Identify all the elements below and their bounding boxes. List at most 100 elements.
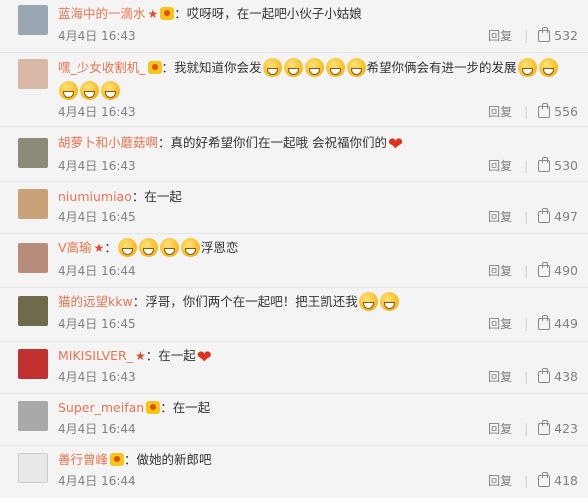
avatar[interactable]: [18, 401, 48, 431]
timestamp: 4月4日 16:44: [58, 474, 136, 488]
username[interactable]: Super_meifan: [58, 400, 144, 415]
grin-emoji-icon: [304, 58, 324, 77]
laugh-cry-emoji-icon: [358, 292, 378, 311]
avatar[interactable]: [18, 453, 48, 483]
timestamp: 4月4日 16:43: [58, 159, 136, 173]
comment-list: 蓝海中的一滴水 ★ ：哎呀呀，在一起吧小伙子小姑娘 4月4日 16:43 回复 | 53…: [0, 0, 588, 498]
avatar[interactable]: [18, 59, 48, 89]
grin-emoji-icon: [101, 81, 120, 100]
like-button[interactable]: 449: [538, 315, 578, 331]
timestamp: 4月4日 16:45: [58, 317, 136, 331]
like-button[interactable]: 532: [538, 27, 578, 43]
divider: |: [524, 474, 529, 488]
divider: |: [524, 370, 529, 384]
thumbs-up-icon: [538, 262, 551, 277]
timestamp: 4月4日 16:43: [58, 29, 136, 43]
avatar[interactable]: [18, 189, 48, 219]
timestamp: 4月4日 16:45: [58, 210, 136, 224]
divider: |: [524, 210, 529, 224]
comment-text: ：哎呀呀，在一起吧小伙子小姑娘: [174, 6, 362, 21]
star-icon: ★: [147, 7, 159, 21]
like-count: 418: [554, 473, 578, 488]
grin-emoji-icon: [517, 58, 537, 77]
thumbs-up-icon: [538, 472, 551, 487]
avatar[interactable]: [18, 296, 48, 326]
comment-text: ：: [104, 240, 117, 255]
comment-row: 猫的远望kkw：浮哥，你们两个在一起吧！把王凯还我 4月4日 16:45 回复 |…: [0, 288, 588, 342]
comment-row: MIKISILVER_ ★：在一起❤ 4月4日 16:43 回复 | 438: [0, 342, 588, 394]
divider: |: [524, 29, 529, 43]
reply-button[interactable]: 回复: [488, 264, 512, 278]
comment-text-continued: 希望你俩会有进一步的发展: [366, 60, 517, 75]
star-icon: ★: [134, 349, 146, 363]
heart-icon: ❤: [196, 347, 212, 368]
timestamp: 4月4日 16:43: [58, 370, 136, 384]
grin-emoji-icon: [180, 238, 200, 257]
avatar[interactable]: [18, 243, 48, 273]
comment-text: ：做她的新郎吧: [124, 452, 212, 467]
comment-row: 蓝海中的一滴水 ★ ：哎呀呀，在一起吧小伙子小姑娘 4月4日 16:43 回复 | 53…: [0, 0, 588, 53]
like-button[interactable]: 418: [538, 472, 578, 488]
username[interactable]: 善行曾峰: [58, 452, 108, 467]
reply-button[interactable]: 回复: [488, 317, 512, 331]
grin-emoji-icon: [117, 238, 137, 257]
comment-text: ：在一起: [145, 348, 196, 363]
comment-row: V高瑜 ★： 浮恩恋 4月4日 16:44 回复 | 490: [0, 234, 588, 288]
grin-emoji-icon: [59, 81, 78, 100]
grin-emoji-icon: [325, 58, 345, 77]
timestamp: 4月4日 16:44: [58, 264, 136, 278]
username[interactable]: 嘿_少女收割机_: [58, 60, 146, 75]
reply-button[interactable]: 回复: [488, 422, 512, 436]
member-badge-icon: [160, 7, 175, 20]
thumbs-up-icon: [538, 103, 551, 118]
username[interactable]: 猫的远望kkw: [58, 294, 133, 309]
thumbs-up-icon: [538, 420, 551, 435]
member-badge-icon: [110, 453, 125, 466]
username[interactable]: MIKISILVER_: [58, 348, 133, 363]
username[interactable]: V高瑜: [58, 240, 92, 255]
comment-text: ：在一起: [131, 189, 182, 204]
grin-emoji-icon: [538, 58, 558, 77]
divider: |: [524, 159, 529, 173]
reply-button[interactable]: 回复: [488, 370, 512, 384]
comment-text: ：真的好希望你们在一起哦 会祝福你们的: [158, 135, 387, 150]
like-button[interactable]: 556: [538, 103, 578, 119]
like-button[interactable]: 530: [538, 157, 578, 173]
avatar[interactable]: [18, 349, 48, 379]
comment-text: ：在一起: [160, 400, 211, 415]
divider: |: [524, 105, 529, 119]
username[interactable]: niumiumiao: [58, 189, 132, 204]
divider: |: [524, 422, 529, 436]
heart-icon: ❤: [388, 134, 404, 155]
reply-button[interactable]: 回复: [488, 474, 512, 488]
avatar[interactable]: [18, 138, 48, 168]
username[interactable]: 胡萝卜和小蘑菇啊: [58, 135, 158, 150]
like-button[interactable]: 423: [538, 420, 578, 436]
like-count: 449: [554, 316, 578, 331]
grin-emoji-icon: [283, 58, 303, 77]
like-count: 438: [554, 369, 578, 384]
reply-button[interactable]: 回复: [488, 210, 512, 224]
like-count: 530: [554, 158, 578, 173]
like-count: 490: [554, 263, 578, 278]
like-button[interactable]: 438: [538, 368, 578, 384]
grin-emoji-icon: [80, 81, 99, 100]
like-button[interactable]: 497: [538, 208, 578, 224]
thumbs-up-icon: [538, 315, 551, 330]
comment-row: 嘿_少女收割机_ ：我就知道你会发 希望你俩会有进一步的发展 4月4日 16:43 …: [0, 53, 588, 127]
laugh-cry-emoji-icon: [379, 292, 399, 311]
comment-row: Super_meifan ：在一起 4月4日 16:44 回复 | 423: [0, 394, 588, 446]
thumbs-up-icon: [538, 208, 551, 223]
divider: |: [524, 264, 529, 278]
member-badge-icon: [146, 401, 161, 414]
thumbs-up-icon: [538, 368, 551, 383]
like-button[interactable]: 490: [538, 262, 578, 278]
avatar[interactable]: [18, 5, 48, 35]
username[interactable]: 蓝海中的一滴水: [58, 6, 146, 21]
grin-emoji-icon: [159, 238, 179, 257]
reply-button[interactable]: 回复: [488, 29, 512, 43]
reply-button[interactable]: 回复: [488, 105, 512, 119]
reply-button[interactable]: 回复: [488, 159, 512, 173]
timestamp: 4月4日 16:44: [58, 422, 136, 436]
comment-text-continued: 浮恩恋: [200, 240, 239, 255]
